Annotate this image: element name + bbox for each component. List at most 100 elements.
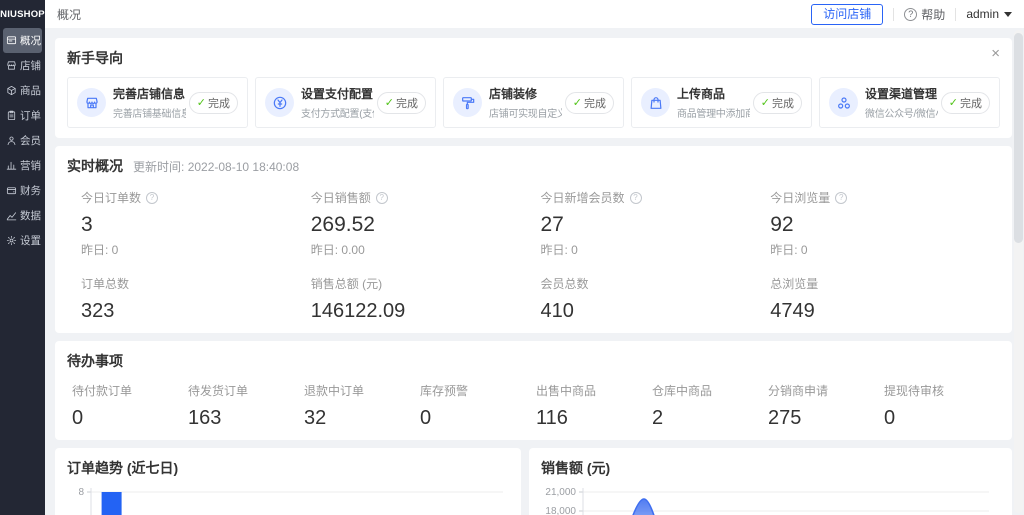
guide-item-shop-decorate[interactable]: 店铺装修 店铺可实现自定义模板装修 ✓完成: [443, 77, 624, 128]
sidebar-item-data[interactable]: 数据: [3, 203, 42, 228]
check-icon: ✓: [949, 96, 958, 109]
todo-label: 仓库中商品: [652, 382, 768, 399]
todo-withdrawal-review[interactable]: 提现待审核 0: [884, 382, 1000, 430]
stat-value: 323: [81, 300, 311, 323]
username: admin: [966, 7, 999, 21]
breadcrumb: 概况: [57, 6, 81, 23]
stat-today-views: 今日浏览量 92 昨日: 0: [770, 189, 1000, 258]
todo-label: 待发货订单: [188, 382, 304, 399]
stat-total-sales: 销售总额 (元) 146122.09: [311, 275, 541, 323]
todo-label: 待付款订单: [72, 382, 188, 399]
settings-icon: [6, 235, 17, 246]
todo-title: 待办事项: [67, 351, 1000, 371]
todo-value: 0: [72, 407, 188, 430]
help-icon[interactable]: [630, 192, 642, 204]
guide-item-shop-info[interactable]: 完善店铺信息 完善店铺基础信息等 ✓完成: [67, 77, 248, 128]
status-badge: ✓完成: [189, 92, 238, 114]
scrollbar[interactable]: [1014, 30, 1023, 513]
stat-yesterday: 昨日: 0: [541, 241, 771, 258]
close-icon[interactable]: [991, 46, 1000, 61]
guide-item-desc: 店铺可实现自定义模板装修: [489, 105, 562, 120]
todo-refunding-orders[interactable]: 退款中订单 32: [304, 382, 420, 430]
todo-value: 32: [304, 407, 420, 430]
svg-text:8: 8: [78, 487, 84, 498]
finance-icon: [6, 185, 17, 196]
help-menu[interactable]: 帮助: [904, 6, 945, 23]
stat-yesterday: 昨日: 0.00: [311, 241, 541, 258]
guide-item-desc: 支付方式配置(支付宝/微信): [301, 105, 374, 120]
guide-title: 新手导向: [67, 48, 1000, 68]
divider: [955, 8, 956, 21]
sidebar-item-settings[interactable]: 设置: [3, 228, 42, 253]
sidebar-item-goods[interactable]: 商品: [3, 78, 42, 103]
sidebar-item-label: 订单: [20, 108, 41, 123]
guide-item-upload-goods[interactable]: 上传商品 商品管理中添加商品上传 ✓完成: [631, 77, 812, 128]
sales-amount-chart: 03,0006,0009,00012,00015,00018,00021,000: [541, 486, 1001, 515]
today-stats-grid: 今日订单数 3 昨日: 0 今日销售额 269.52 昨日: 0.00 今日新增…: [67, 189, 1000, 258]
stat-total-members: 会员总数 410: [541, 275, 771, 323]
guide-item-title: 设置渠道管理: [865, 85, 938, 102]
guide-item-payment-config[interactable]: 设置支付配置 支付方式配置(支付宝/微信) ✓完成: [255, 77, 436, 128]
divider: [893, 8, 894, 21]
user-menu[interactable]: admin: [966, 7, 1012, 21]
todo-pending-shipment[interactable]: 待发货订单 163: [188, 382, 304, 430]
guide-item-title: 店铺装修: [489, 85, 562, 102]
check-icon: ✓: [385, 96, 394, 109]
todo-card: 待办事项 待付款订单 0 待发货订单 163 退款中订单 32 库存预警 0: [55, 341, 1012, 440]
chevron-down-icon: [1004, 12, 1012, 17]
todo-label: 分销商申请: [768, 382, 884, 399]
guide-item-desc: 完善店铺基础信息等: [113, 105, 186, 120]
todo-value: 275: [768, 407, 884, 430]
help-icon[interactable]: [835, 192, 847, 204]
sidebar-item-finance[interactable]: 财务: [3, 178, 42, 203]
status-badge: ✓完成: [753, 92, 802, 114]
sales-chart-title: 销售额 (元): [541, 458, 1000, 478]
stat-label: 会员总数: [541, 275, 771, 292]
todo-warehouse-goods[interactable]: 仓库中商品 2: [652, 382, 768, 430]
todo-on-sale-goods[interactable]: 出售中商品 116: [536, 382, 652, 430]
stat-today-new-members: 今日新增会员数 27 昨日: 0: [541, 189, 771, 258]
status-badge: ✓完成: [941, 92, 990, 114]
order-icon: [6, 110, 17, 121]
sidebar-item-overview[interactable]: 概况: [3, 28, 42, 53]
todo-value: 0: [884, 407, 1000, 430]
orders-trend-chart: 02468: [67, 486, 507, 515]
todo-label: 库存预警: [420, 382, 536, 399]
todo-pending-payment[interactable]: 待付款订单 0: [72, 382, 188, 430]
channel-icon: [829, 88, 858, 117]
guide-item-channel-manage[interactable]: 设置渠道管理 微信公众号/微信小程序 ✓完成: [819, 77, 1000, 128]
sidebar-item-label: 会员: [20, 133, 41, 148]
realtime-overview-card: 实时概况 更新时间: 2022-08-10 18:40:08 今日订单数 3 昨…: [55, 146, 1012, 333]
visit-shop-button[interactable]: 访问店铺: [811, 4, 883, 25]
sales-chart-card: 销售额 (元) 03,0006,0009,00012,00015,00018,0…: [529, 448, 1012, 515]
status-badge: ✓完成: [377, 92, 426, 114]
sidebar-item-orders[interactable]: 订单: [3, 103, 42, 128]
member-icon: [6, 135, 17, 146]
scrollbar-thumb[interactable]: [1014, 33, 1023, 243]
question-circle-icon: [904, 8, 917, 21]
stat-label: 今日浏览量: [770, 189, 830, 206]
sidebar-item-shop[interactable]: 店铺: [3, 53, 42, 78]
todo-distributor-applications[interactable]: 分销商申请 275: [768, 382, 884, 430]
orders-trend-card: 订单趋势 (近七日) 02468: [55, 448, 521, 515]
help-icon[interactable]: [376, 192, 388, 204]
stat-label: 今日销售额: [311, 189, 371, 206]
stat-today-sales: 今日销售额 269.52 昨日: 0.00: [311, 189, 541, 258]
sidebar-item-label: 店铺: [20, 58, 41, 73]
stat-yesterday: 昨日: 0: [770, 241, 1000, 258]
sidebar-item-label: 设置: [20, 233, 41, 248]
stat-label: 订单总数: [81, 275, 311, 292]
guide-item-title: 完善店铺信息: [113, 85, 186, 102]
svg-text:18,000: 18,000: [545, 506, 576, 515]
sidebar-item-label: 营销: [20, 158, 41, 173]
stat-label: 总浏览量: [770, 275, 1000, 292]
todo-stock-warning[interactable]: 库存预警 0: [420, 382, 536, 430]
guide-item-title: 设置支付配置: [301, 85, 374, 102]
totals-grid: 订单总数 323 销售总额 (元) 146122.09 会员总数 410 总浏览…: [67, 275, 1000, 323]
stat-value: 92: [770, 213, 1000, 237]
help-icon[interactable]: [146, 192, 158, 204]
sidebar-item-members[interactable]: 会员: [3, 128, 42, 153]
sidebar-item-marketing[interactable]: 营销: [3, 153, 42, 178]
sidebar-item-label: 概况: [20, 33, 41, 48]
payment-icon: [265, 88, 294, 117]
